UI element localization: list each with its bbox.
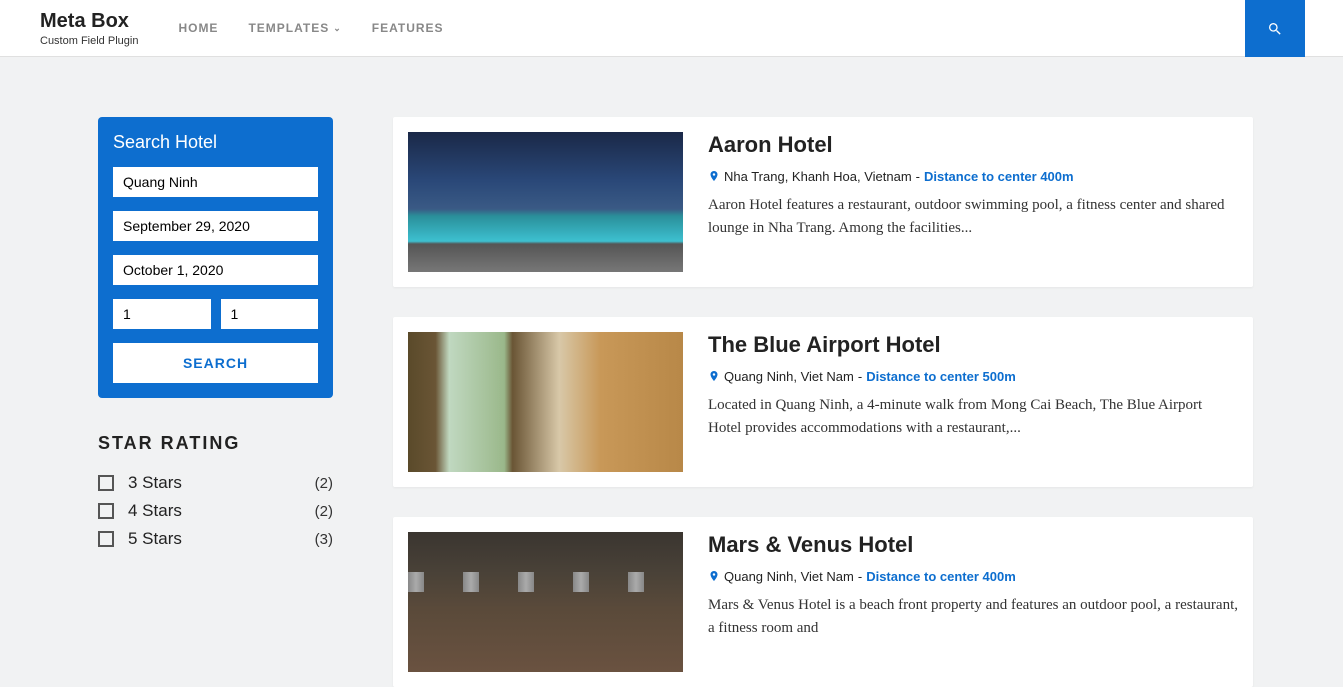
hotel-distance-link[interactable]: Distance to center 400m: [866, 569, 1016, 584]
pin-icon: [708, 168, 720, 184]
pin-icon: [708, 368, 720, 384]
hotel-description: Located in Quang Ninh, a 4-minute walk f…: [708, 394, 1238, 439]
search-icon: [1267, 21, 1283, 37]
star-rating-title: STAR RATING: [98, 433, 333, 454]
search-panel: Search Hotel SEARCH: [98, 117, 333, 398]
hotel-location-row: Quang Ninh, Viet Nam - Distance to cente…: [708, 568, 1238, 584]
checkbox-icon: [98, 503, 114, 519]
hotel-card[interactable]: Aaron Hotel Nha Trang, Khanh Hoa, Vietna…: [393, 117, 1253, 287]
hotel-name: The Blue Airport Hotel: [708, 332, 1238, 358]
search-submit-button[interactable]: SEARCH: [113, 343, 318, 383]
checkout-input[interactable]: [113, 255, 318, 285]
hotel-image: [408, 132, 683, 272]
hotel-location-row: Nha Trang, Khanh Hoa, Vietnam - Distance…: [708, 168, 1238, 184]
brand-subtitle: Custom Field Plugin: [40, 35, 138, 47]
nav-home[interactable]: HOME: [178, 21, 218, 35]
checkbox-icon: [98, 475, 114, 491]
sidebar: Search Hotel SEARCH STAR RATING 3 Stars …: [98, 117, 333, 687]
pin-icon: [708, 568, 720, 584]
hotel-distance-link[interactable]: Distance to center 500m: [866, 369, 1016, 384]
nav-templates[interactable]: TEMPLATES⌄: [248, 21, 341, 35]
header-search-button[interactable]: [1245, 0, 1305, 57]
checkin-input[interactable]: [113, 211, 318, 241]
location-input[interactable]: [113, 167, 318, 197]
filter-4-stars[interactable]: 4 Stars (2): [98, 497, 333, 525]
checkbox-icon: [98, 531, 114, 547]
chevron-down-icon: ⌄: [333, 23, 342, 34]
top-header: Meta Box Custom Field Plugin HOME TEMPLA…: [0, 0, 1343, 57]
guests-input-1[interactable]: [113, 299, 211, 329]
search-panel-title: Search Hotel: [113, 132, 318, 153]
hotel-card[interactable]: The Blue Airport Hotel Quang Ninh, Viet …: [393, 317, 1253, 487]
hotel-location-row: Quang Ninh, Viet Nam - Distance to cente…: [708, 368, 1238, 384]
hotel-name: Aaron Hotel: [708, 132, 1238, 158]
hotel-image: [408, 332, 683, 472]
brand[interactable]: Meta Box Custom Field Plugin: [40, 10, 138, 47]
nav-features[interactable]: FEATURES: [372, 21, 444, 35]
results-list: Aaron Hotel Nha Trang, Khanh Hoa, Vietna…: [393, 117, 1253, 687]
hotel-description: Mars & Venus Hotel is a beach front prop…: [708, 594, 1238, 639]
brand-title: Meta Box: [40, 10, 138, 33]
hotel-image: [408, 532, 683, 672]
hotel-description: Aaron Hotel features a restaurant, outdo…: [708, 194, 1238, 239]
hotel-distance-link[interactable]: Distance to center 400m: [924, 169, 1074, 184]
filter-3-stars[interactable]: 3 Stars (2): [98, 469, 333, 497]
main-nav: HOME TEMPLATES⌄ FEATURES: [178, 21, 443, 35]
hotel-name: Mars & Venus Hotel: [708, 532, 1238, 558]
guests-input-2[interactable]: [221, 299, 319, 329]
hotel-card[interactable]: Mars & Venus Hotel Quang Ninh, Viet Nam …: [393, 517, 1253, 687]
filter-5-stars[interactable]: 5 Stars (3): [98, 525, 333, 553]
